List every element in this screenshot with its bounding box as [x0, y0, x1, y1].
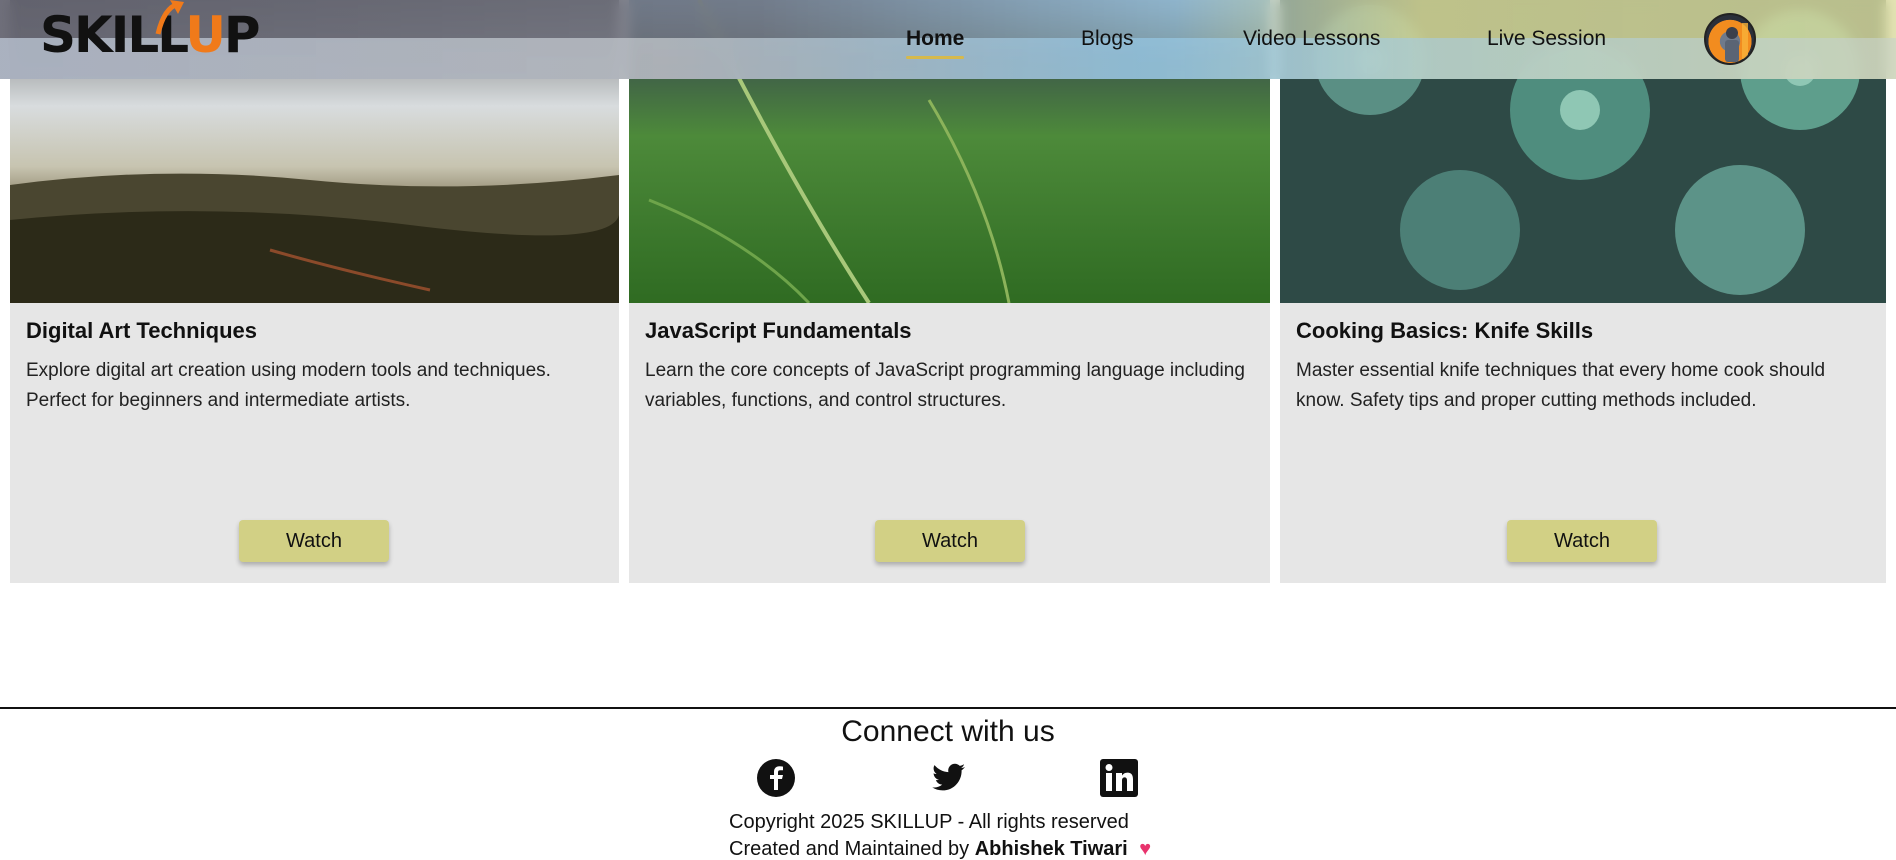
card-title: Digital Art Techniques [26, 318, 258, 343]
footer-title: Connect with us [841, 715, 1055, 748]
card-title: Cooking Basics: Knife Skills [1296, 318, 1594, 343]
nav-video-lessons[interactable]: Video Lessons [1243, 27, 1380, 51]
footer-divider [0, 707, 1896, 709]
facebook-icon[interactable] [756, 758, 796, 798]
card-description: Explore digital art creation using moder… [26, 360, 551, 411]
nav-blogs[interactable]: Blogs [1081, 27, 1134, 51]
card-description: Learn the core concepts of JavaScript pr… [645, 360, 1245, 411]
author-name: Abhishek Tiwari [974, 838, 1128, 860]
heart-icon: ♥ [1139, 838, 1152, 860]
watch-button[interactable]: Watch [239, 520, 389, 562]
watch-button[interactable]: Watch [1507, 520, 1657, 562]
course-card: Digital Art Techniques Explore digital a… [10, 0, 619, 583]
copyright-text: Copyright 2025 SKILLUP - All rights rese… [729, 811, 1129, 833]
watch-button[interactable]: Watch [875, 520, 1025, 562]
main-nav: Home Blogs Video Lessons Live Session [0, 0, 1896, 79]
nav-live-session[interactable]: Live Session [1487, 27, 1606, 51]
nav-home[interactable]: Home [906, 27, 965, 59]
credits-prefix: Created and Maintained by [729, 838, 970, 860]
logo-arrow-icon [155, 0, 184, 35]
credits-text: Created and Maintained by Abhishek Tiwar… [729, 838, 1151, 860]
card-description: Master essential knife techniques that e… [1296, 360, 1826, 411]
twitter-icon[interactable] [928, 758, 968, 798]
user-avatar[interactable] [1704, 13, 1756, 65]
course-card: JavaScript Fundamentals Learn the core c… [629, 0, 1270, 583]
linkedin-icon[interactable] [1099, 758, 1139, 798]
course-card: Cooking Basics: Knife Skills Master esse… [1280, 0, 1886, 583]
site-header: SKILLUP Home Blogs Video Lessons Live Se… [0, 0, 1896, 79]
card-title: JavaScript Fundamentals [645, 318, 912, 343]
